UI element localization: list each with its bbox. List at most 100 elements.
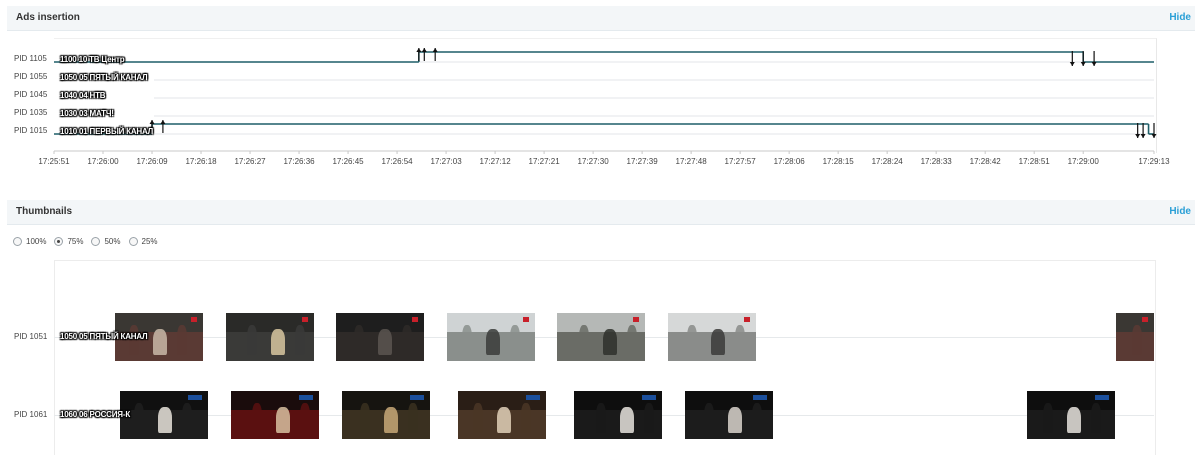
ad-end-arrow[interactable] — [1151, 123, 1157, 138]
time-tick-label: 17:27:30 — [577, 157, 609, 166]
time-tick-label: 17:27:48 — [675, 157, 707, 166]
channel-logo-icon — [526, 395, 540, 400]
ad-start-arrow[interactable] — [416, 48, 422, 61]
frame-figure — [687, 325, 697, 355]
ad-end-arrow[interactable] — [1091, 51, 1097, 66]
frame-figure — [177, 325, 187, 355]
time-tick-label: 17:27:39 — [626, 157, 658, 166]
frame-figure — [704, 403, 714, 433]
time-tick-label: 17:26:36 — [283, 157, 315, 166]
frame-figure — [1132, 325, 1142, 355]
pid-label: PID 1105 — [14, 54, 47, 63]
thumb-channel-label: 1060 06 РОССИЯ-К — [60, 410, 130, 419]
frame-figure — [497, 407, 511, 433]
pid-label: PID 1035 — [14, 108, 48, 117]
size-option-100pct[interactable]: 100% — [13, 237, 46, 246]
size-option-50pct[interactable]: 50% — [91, 237, 121, 246]
channel-logo-icon — [753, 395, 767, 400]
time-tick-label: 17:27:21 — [528, 157, 560, 166]
size-option-label: 50% — [104, 237, 121, 246]
frame-figure — [473, 403, 483, 433]
ads-chart-svg — [53, 48, 1157, 154]
size-option-label: 100% — [26, 237, 47, 246]
frame-figure — [735, 325, 745, 355]
thumbnail-frame[interactable] — [574, 391, 662, 439]
frame-figure — [402, 325, 412, 355]
channel-label: 1100 10 ТВ Центр — [60, 55, 125, 64]
frame-figure — [276, 407, 290, 433]
time-tick-label: 17:27:03 — [430, 157, 462, 166]
thumbnail-frame[interactable] — [1116, 313, 1154, 361]
ad-start-arrow[interactable] — [160, 120, 166, 133]
frame-figure — [378, 329, 392, 355]
frame-figure — [486, 329, 500, 355]
ad-end-arrow[interactable] — [1135, 123, 1141, 138]
size-option-25pct[interactable]: 25% — [128, 237, 158, 246]
thumbnails-panel-title: Thumbnails — [16, 206, 73, 217]
frame-figure — [752, 403, 762, 433]
channel-logo-icon — [1095, 395, 1109, 400]
time-tick-label: 17:26:18 — [185, 157, 217, 166]
frame-figure — [1043, 403, 1053, 433]
frame-figure — [247, 325, 257, 355]
ad-start-arrow[interactable] — [421, 48, 427, 61]
frame-figure — [620, 407, 634, 433]
time-tick-label: 17:26:54 — [381, 157, 413, 166]
frame-figure — [596, 403, 606, 433]
channel-logo-icon — [188, 395, 202, 400]
time-tick-label: 17:28:42 — [969, 157, 1001, 166]
thumb-pid-label: PID 1061 — [14, 410, 48, 419]
size-option-label: 25% — [141, 237, 158, 246]
frame-figure — [295, 325, 305, 355]
radio-icon[interactable] — [128, 237, 138, 246]
thumbnails-hide-link[interactable]: Hide — [1169, 206, 1191, 217]
thumb-channel-label: 1050 05 ПЯТЫЙ КАНАЛ — [60, 332, 148, 341]
time-tick-label: 17:26:00 — [87, 157, 119, 166]
channel-logo-icon — [412, 317, 418, 322]
channel-logo-icon — [744, 317, 750, 322]
thumbnail-frame[interactable] — [685, 391, 773, 439]
size-option-75pct[interactable]: 75% — [54, 237, 83, 246]
pid-label: PID 1015 — [14, 126, 48, 135]
thumbnail-frame[interactable] — [120, 391, 208, 439]
frame-figure — [711, 329, 725, 355]
frame-figure — [408, 403, 418, 433]
ad-end-arrow[interactable] — [1140, 123, 1146, 138]
radio-icon[interactable] — [54, 237, 64, 246]
thumbnail-frame[interactable] — [342, 391, 430, 439]
thumbnail-frame[interactable] — [557, 313, 645, 361]
frame-figure — [521, 403, 531, 433]
time-tick-label: 17:29:00 — [1067, 157, 1099, 166]
thumbnail-frame[interactable] — [231, 391, 319, 439]
frame-figure — [360, 403, 370, 433]
time-tick-label: 17:25:51 — [38, 157, 70, 166]
ad-start-arrow[interactable] — [432, 48, 438, 61]
frame-figure — [384, 407, 398, 433]
frame-figure — [1091, 403, 1101, 433]
channel-logo-icon — [642, 395, 656, 400]
thumbnail-frame[interactable] — [668, 313, 756, 361]
channel-logo-icon — [191, 317, 197, 322]
frame-figure — [182, 403, 192, 433]
ad-end-arrow[interactable] — [1080, 51, 1086, 66]
time-tick-label: 17:27:57 — [724, 157, 756, 166]
thumbnail-frame[interactable] — [458, 391, 546, 439]
radio-icon[interactable] — [91, 237, 101, 246]
ad-end-arrow[interactable] — [1069, 51, 1075, 66]
channel-logo-icon — [302, 317, 308, 322]
frame-figure — [252, 403, 262, 433]
channel-label: 1040 04 НТВ — [60, 91, 106, 100]
time-tick-label: 17:26:27 — [234, 157, 266, 166]
thumbnails-panel-header: Thumbnails Hide — [7, 200, 1195, 225]
radio-icon[interactable] — [13, 237, 22, 246]
frame-figure — [1067, 407, 1081, 433]
channel-label: 1030 03 МАТЧ! — [60, 109, 114, 118]
frame-figure — [271, 329, 285, 355]
thumbnail-frame[interactable] — [226, 313, 314, 361]
thumbnail-frame[interactable] — [336, 313, 424, 361]
thumbnail-frame[interactable] — [1027, 391, 1115, 439]
time-tick-label: 17:28:51 — [1018, 157, 1050, 166]
thumbnail-frame[interactable] — [447, 313, 535, 361]
channel-label: 1010 01 ПЕРВЫЙ КАНАЛ — [60, 127, 154, 136]
channel-logo-icon — [633, 317, 639, 322]
